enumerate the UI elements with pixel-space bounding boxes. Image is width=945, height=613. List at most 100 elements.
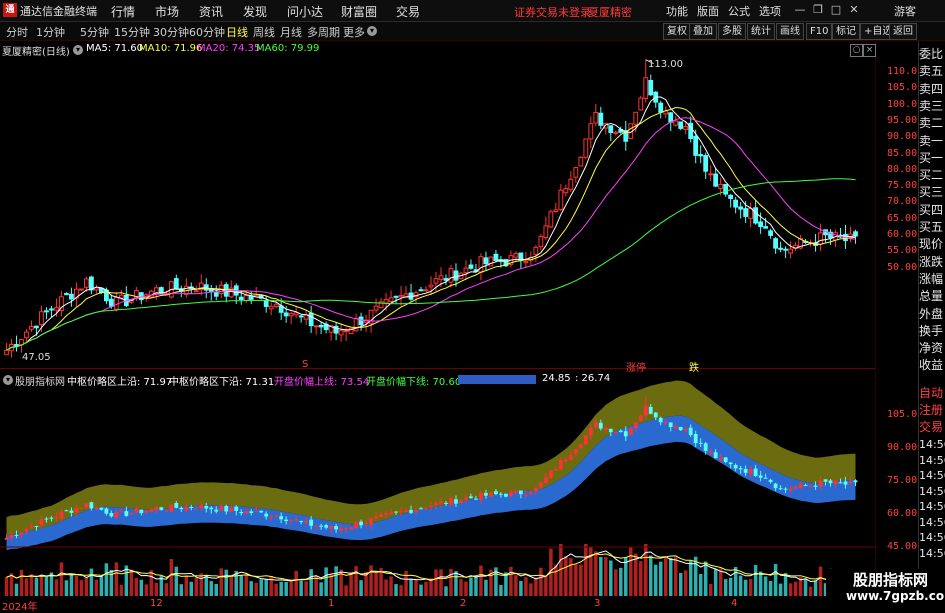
menu-formula[interactable]: 公式 — [728, 3, 750, 19]
candle-body — [818, 232, 823, 245]
volume-bar — [294, 570, 298, 596]
back-button[interactable]: 返回 — [889, 23, 917, 40]
candle-body — [49, 308, 54, 311]
indicator-bar — [74, 508, 79, 513]
close-icon[interactable]: ✕ — [846, 2, 862, 18]
menu-discover[interactable]: 发现 — [243, 3, 267, 20]
indicator-panel[interactable]: ▾ 股朋指标网 中枢价略区上沿: 71.97 中枢价略区下沿: 71.31 开盘… — [0, 371, 917, 597]
volume-bar — [604, 557, 608, 596]
menu-options[interactable]: 选项 — [759, 3, 781, 19]
indicator-bar — [628, 427, 633, 435]
app-name: 通达信金融终端 — [20, 5, 97, 18]
candle-body — [358, 316, 364, 326]
candle-body — [613, 131, 619, 134]
period-30min[interactable]: 30分钟 — [153, 24, 189, 40]
period-weekly[interactable]: 周线 — [253, 24, 275, 40]
volume-bar — [718, 568, 723, 596]
indicator-bar — [504, 493, 508, 497]
side-link[interactable]: 交易 — [919, 418, 945, 435]
menu-quotes[interactable]: 行情 — [111, 3, 135, 20]
volume-bar — [733, 566, 738, 596]
menu-wealth-circle[interactable]: 财富圈 — [341, 3, 377, 20]
overlay-button[interactable]: 叠加 — [689, 23, 717, 40]
candle-body — [448, 268, 454, 283]
indicator-bar — [678, 426, 683, 431]
period-5min[interactable]: 5分钟 — [80, 24, 109, 40]
side-link[interactable]: 自动 — [919, 384, 945, 401]
period-intraday[interactable]: 分时 — [6, 24, 28, 40]
indicator-bar — [688, 427, 693, 436]
login-notice[interactable]: 证券交易未登录 — [514, 4, 591, 20]
volume-bar — [653, 564, 658, 596]
period-60min[interactable]: 60分钟 — [189, 24, 225, 40]
volume-bar — [713, 568, 718, 596]
stock-name-notice[interactable]: 夏厦精密 — [588, 4, 632, 20]
indicator-bar — [434, 503, 438, 506]
multi-stock-button[interactable]: 多股 — [718, 23, 746, 40]
tick-time: 14:56 — [919, 546, 945, 560]
volume-bar — [114, 562, 119, 596]
indicator-bar — [179, 507, 184, 510]
volume-bar — [439, 569, 443, 596]
indicator-bar — [788, 488, 793, 491]
candle-body — [543, 225, 549, 239]
side-field-label: 换手 — [919, 323, 944, 338]
indicator-bar — [738, 468, 743, 470]
period-monthly[interactable]: 月线 — [280, 24, 302, 40]
dropdown-icon[interactable]: ▾ — [367, 26, 377, 36]
volume-bar — [184, 575, 189, 596]
indicator-chart[interactable] — [0, 371, 876, 597]
draw-line-button[interactable]: 画线 — [776, 23, 804, 40]
side-field-label: 涨跌 — [919, 254, 944, 269]
period-multi[interactable]: 多周期 — [307, 24, 340, 40]
candle-body — [438, 275, 444, 280]
indicator-title: 股朋指标网 — [15, 377, 65, 388]
menu-market[interactable]: 市场 — [155, 3, 179, 20]
menu-news[interactable]: 资讯 — [199, 3, 223, 20]
candle-body — [758, 221, 764, 228]
volume-bar — [19, 569, 24, 596]
indicator-options-icon[interactable]: ▾ — [3, 375, 13, 385]
side-field-label: 卖一 — [919, 133, 944, 148]
volume-bar — [708, 583, 713, 596]
menu-ask[interactable]: 问小达 — [287, 3, 323, 20]
side-link[interactable]: 注册 — [919, 401, 945, 418]
candlestick-chart[interactable] — [0, 41, 876, 368]
minimize-icon[interactable]: — — [792, 2, 808, 18]
indicator-bar — [189, 507, 194, 509]
menu-layout[interactable]: 版面 — [697, 3, 719, 19]
indicator-bar — [19, 532, 24, 536]
volume-bar — [44, 575, 49, 596]
volume-bar — [599, 556, 603, 596]
panel-options-icon[interactable]: ○ — [850, 44, 863, 57]
panel-close-icon[interactable]: × — [863, 44, 876, 57]
period-1min[interactable]: 1分钟 — [36, 24, 65, 40]
candlestick-panel[interactable]: 夏厦精密(日线) ▾ MA5: 71.60 MA10: 71.96 MA20: … — [0, 41, 917, 374]
indicator-bar — [693, 433, 698, 444]
volume-bar — [79, 580, 84, 596]
period-daily[interactable]: 日线 — [226, 24, 248, 40]
statistics-button[interactable]: 统计 — [747, 23, 775, 40]
volume-bar — [648, 555, 653, 596]
candle-body — [173, 278, 179, 290]
menu-function[interactable]: 功能 — [666, 3, 688, 19]
f10-button[interactable]: F10 — [806, 23, 833, 40]
restore-icon[interactable]: ❐ — [810, 2, 826, 18]
indicator-bar — [139, 509, 144, 514]
volume-bar — [349, 571, 353, 596]
volume-bar — [753, 565, 758, 596]
period-more[interactable]: 更多 — [343, 24, 365, 40]
indicator-bar — [404, 510, 408, 512]
maximize-icon[interactable]: □ — [828, 2, 844, 18]
volume-bar — [544, 575, 548, 596]
mark-button[interactable]: 标记 — [832, 23, 860, 40]
guest-user[interactable]: 游客 — [894, 3, 916, 19]
indicator-value-a: 24.85 — [542, 373, 571, 384]
period-15min[interactable]: 15分钟 — [114, 24, 150, 40]
chart-options-icon[interactable]: ▾ — [73, 45, 83, 55]
watermark-title: 股朋指标网 — [853, 571, 929, 589]
volume-bar — [803, 578, 808, 596]
volume-bar — [334, 566, 338, 596]
adjust-button[interactable]: 复权 — [663, 23, 691, 40]
menu-trade[interactable]: 交易 — [396, 3, 420, 20]
